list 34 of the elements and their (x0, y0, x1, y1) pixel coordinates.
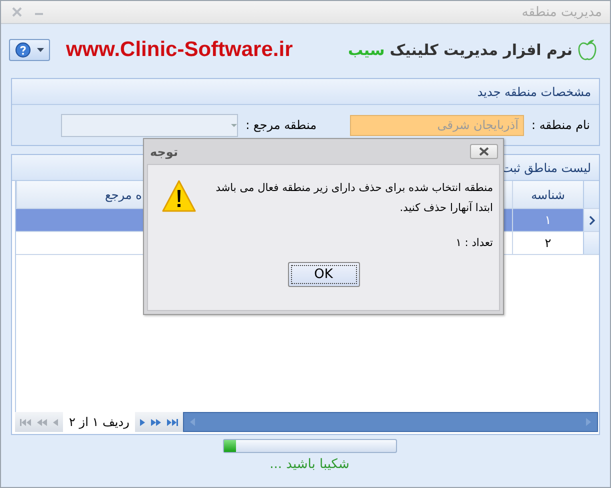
dialog-title: توجه (150, 144, 178, 158)
window-title: مدیریت منطقه (522, 4, 602, 20)
scroll-left-icon[interactable] (190, 418, 196, 426)
count-text: تعداد : ۱ (454, 237, 493, 249)
table-cell: ۲ (512, 232, 583, 254)
last-record-icon[interactable] (167, 418, 178, 426)
warning-icon (162, 180, 196, 212)
previous-page-icon[interactable] (37, 418, 47, 426)
field-label: نام منطقه : (532, 118, 590, 132)
message-line: منطقه انتخاب شده برای حذف دارای زیر منطقه فعال می باشد (214, 181, 493, 196)
panel-title: مشخصات منطقه جدید (477, 84, 591, 98)
table-cell: ۱ (512, 209, 583, 231)
logo-text: نرم افزار مدیریت کلینیک (390, 41, 572, 59)
logo-brand: سیب (348, 41, 385, 59)
help-icon[interactable] (15, 42, 31, 58)
dropdown-arrow-icon[interactable] (37, 48, 44, 52)
website-url: www.Clinic-Software.ir (66, 38, 293, 62)
close-icon[interactable] (479, 147, 489, 156)
ok-button[interactable]: OK (288, 262, 360, 287)
scroll-right-icon[interactable] (586, 418, 591, 426)
column-header[interactable]: شناسه (512, 181, 583, 208)
dropdown-field[interactable] (60, 114, 238, 136)
first-record-icon[interactable] (20, 418, 31, 426)
next-page-icon[interactable] (151, 418, 162, 426)
message-line: ابتدا آنهارا حذف کنید. (398, 200, 493, 216)
help-button-group[interactable] (9, 39, 50, 61)
record-position: ردیف ۱ از ۲ (63, 412, 136, 432)
wait-message: شکیبا باشید ... (270, 457, 350, 472)
next-record-icon[interactable] (140, 418, 146, 426)
current-row-icon (588, 216, 594, 224)
horizontal-scrollbar[interactable] (183, 412, 598, 432)
field-label: منطقه مرجع : (246, 118, 316, 132)
previous-record-icon[interactable] (53, 418, 58, 426)
close-button[interactable] (470, 144, 498, 159)
